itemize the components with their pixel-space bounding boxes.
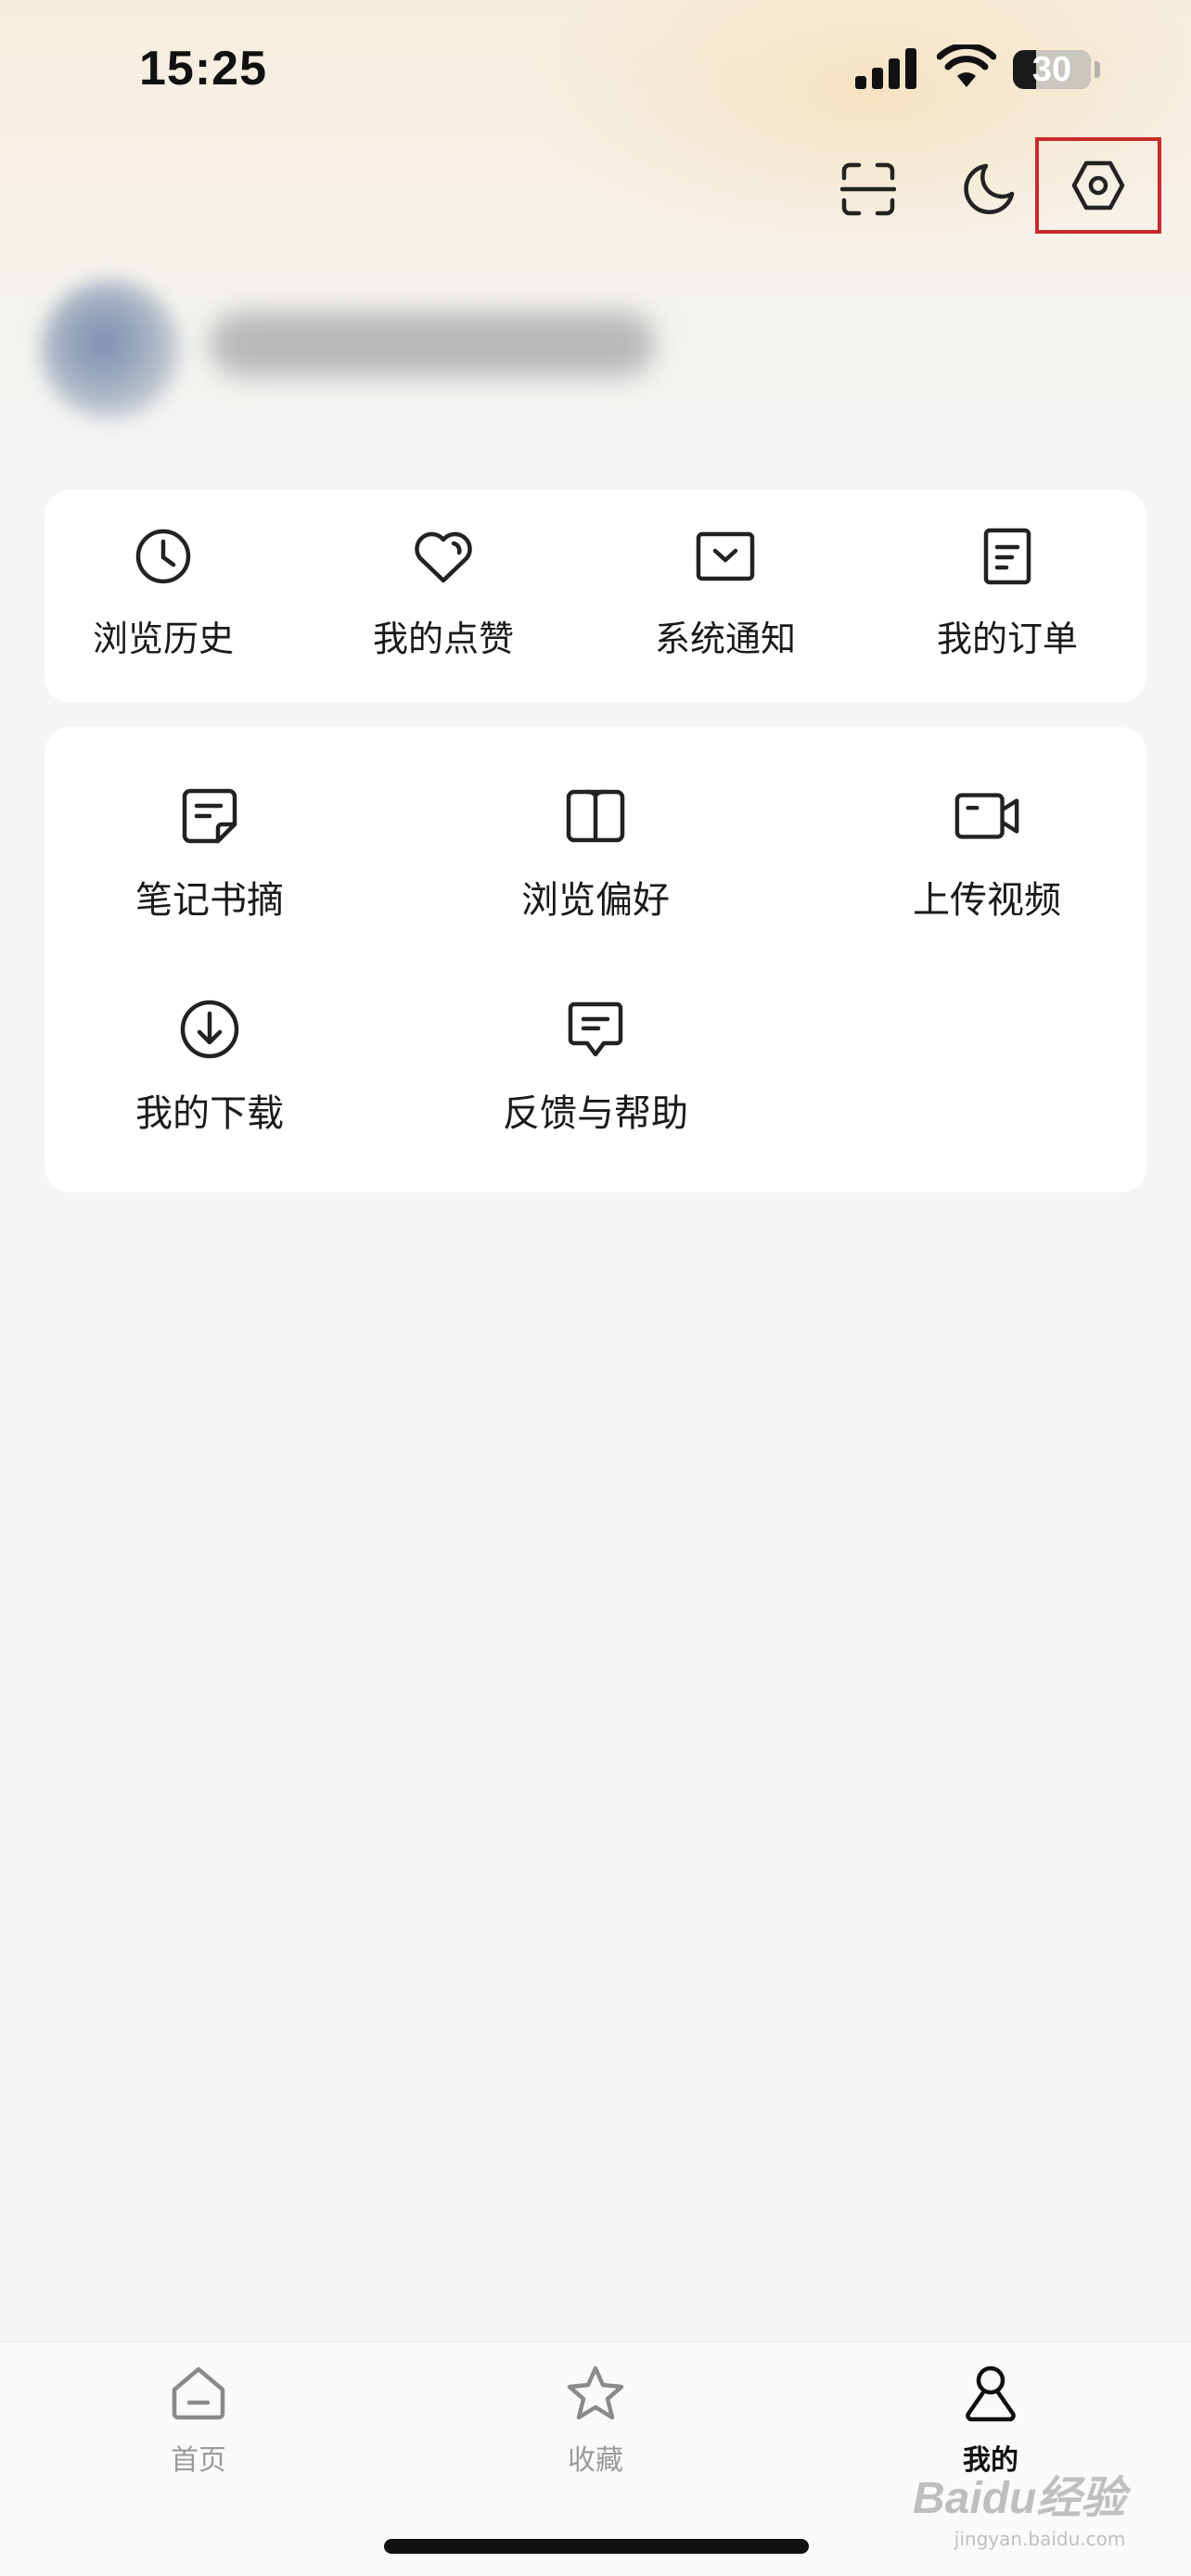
star-icon (567, 2366, 624, 2420)
quick-action-notifications[interactable]: 系统通知 (655, 523, 796, 661)
scan-button[interactable] (831, 152, 905, 226)
home-icon (172, 2366, 225, 2420)
tool-label: 上传视频 (913, 879, 1061, 922)
download-icon (180, 1000, 239, 1059)
tool-upload-video[interactable]: 上传视频 (894, 783, 1080, 924)
night-mode-button[interactable] (952, 152, 1026, 226)
quick-action-likes[interactable]: 我的点赞 (373, 523, 514, 661)
quick-action-label: 我的点赞 (373, 618, 515, 659)
video-camera-icon (954, 793, 1019, 839)
quick-action-label: 系统通知 (655, 618, 797, 659)
battery-indicator: 30 (1013, 50, 1091, 89)
tool-feedback[interactable]: 反馈与帮助 (503, 996, 688, 1137)
tool-label: 反馈与帮助 (503, 1092, 688, 1135)
username-blurred[interactable] (210, 312, 655, 376)
settings-button[interactable] (1035, 137, 1161, 234)
cellular-signal-icon (855, 48, 916, 89)
order-icon (983, 528, 1031, 585)
tool-preferences[interactable]: 浏览偏好 (503, 783, 688, 924)
tab-label: 收藏 (568, 2444, 623, 2477)
status-time: 15:25 (139, 42, 267, 96)
tool-label: 浏览偏好 (521, 879, 670, 922)
book-icon (566, 789, 625, 843)
tool-notes[interactable]: 笔记书摘 (117, 783, 302, 924)
scan-icon (840, 162, 896, 216)
battery-cap (1095, 61, 1100, 78)
quick-action-history[interactable]: 浏览历史 (93, 523, 234, 661)
tools-card: 笔记书摘 浏览偏好 上传视频 我的下载 反馈与帮助 (45, 727, 1146, 1192)
home-indicator[interactable] (384, 2539, 809, 2554)
watermark-text: Baidu经验 (913, 2474, 1126, 2523)
tab-favorites[interactable]: 收藏 (521, 2361, 670, 2478)
tool-label: 我的下载 (135, 1092, 284, 1135)
tool-downloads[interactable]: 我的下载 (117, 996, 302, 1137)
settings-icon (1071, 160, 1125, 210)
battery-level-text: 30 (1031, 49, 1072, 89)
tab-home[interactable]: 首页 (124, 2361, 273, 2478)
avatar[interactable] (41, 280, 180, 419)
quick-actions-card: 浏览历史 我的点赞 系统通知 我的订单 (45, 490, 1146, 703)
quick-action-orders[interactable]: 我的订单 (937, 523, 1078, 661)
quick-action-label: 浏览历史 (93, 618, 235, 659)
notification-icon (696, 531, 755, 581)
watermark-url: jingyan.baidu.com (954, 2528, 1126, 2550)
heart-icon (415, 531, 472, 583)
watermark: Baidu经验 jingyan.baidu.com (913, 2461, 1125, 2550)
tool-label: 笔记书摘 (135, 879, 284, 922)
wifi-icon (937, 45, 996, 87)
person-icon (966, 2366, 1016, 2422)
tab-label: 首页 (171, 2444, 226, 2477)
note-icon (182, 788, 237, 844)
clock-icon (135, 529, 191, 584)
feedback-icon (568, 1001, 623, 1057)
quick-action-label: 我的订单 (937, 618, 1079, 659)
moon-icon (964, 163, 1015, 214)
